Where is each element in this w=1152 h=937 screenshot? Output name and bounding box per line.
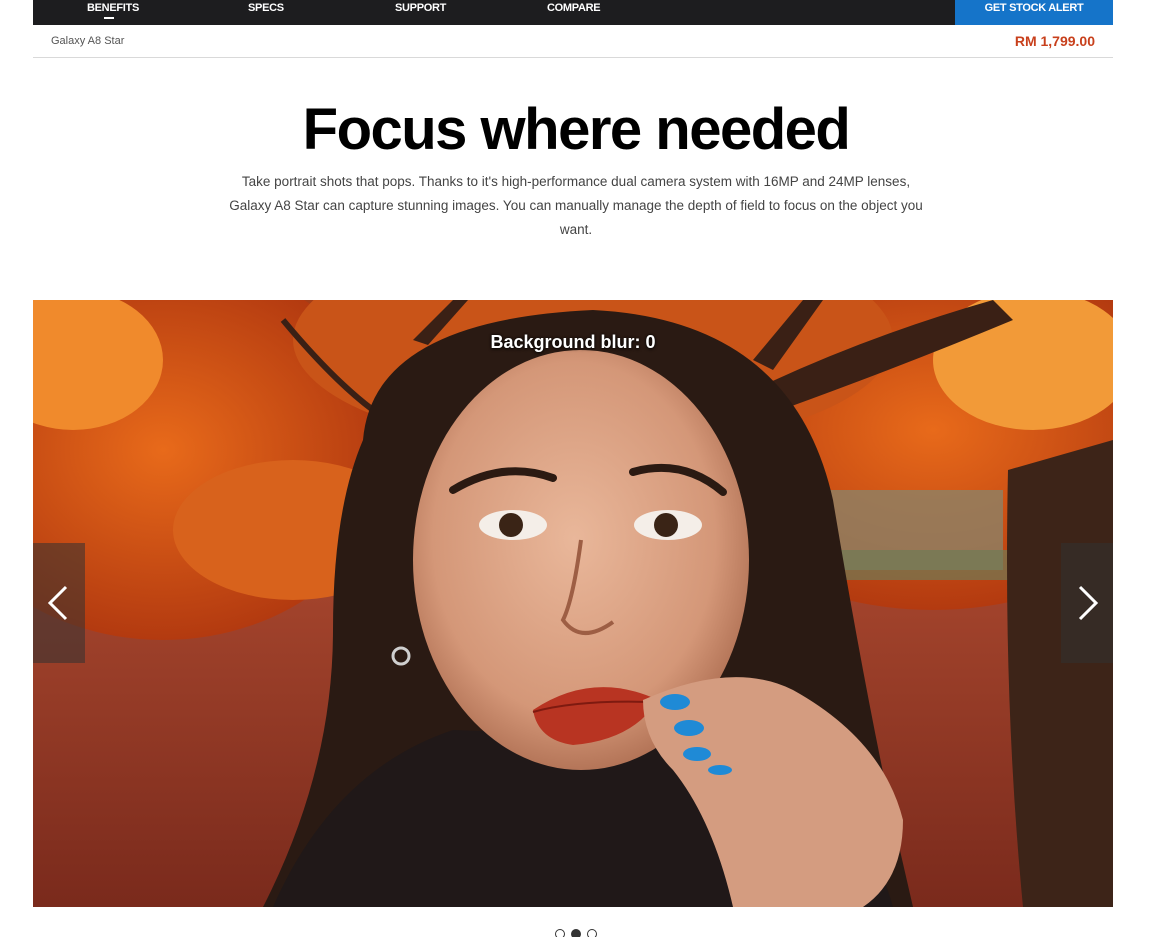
nav-support[interactable]: SUPPORT bbox=[395, 0, 446, 25]
top-nav-bar: BENEFITS SPECS SUPPORT COMPARE GET STOCK… bbox=[33, 0, 1113, 25]
product-price: RM 1,799.00 bbox=[1014, 33, 1095, 49]
carousel-prev-button[interactable] bbox=[33, 543, 85, 663]
nav-compare[interactable]: COMPARE bbox=[547, 0, 601, 25]
page: BENEFITS SPECS SUPPORT COMPARE GET STOCK… bbox=[0, 0, 1152, 937]
feature-description: Take portrait shots that pops. Thanks to… bbox=[229, 174, 923, 237]
carousel-next-button[interactable] bbox=[1061, 543, 1113, 663]
carousel-dot-1[interactable] bbox=[555, 929, 565, 937]
page-title: Focus where needed bbox=[302, 97, 851, 162]
carousel-indicators bbox=[0, 929, 1152, 937]
camera-carousel: Background blur: 0 bbox=[33, 300, 1113, 907]
chevron-left-icon bbox=[47, 585, 68, 621]
nav-benefits[interactable]: BENEFITS bbox=[87, 0, 139, 25]
chevron-right-icon bbox=[1078, 585, 1099, 621]
background-blur-label: Background blur: 0 bbox=[490, 332, 656, 352]
carousel-dot-2[interactable] bbox=[571, 929, 581, 937]
nav-specs[interactable]: SPECS bbox=[248, 0, 284, 25]
carousel-dot-3[interactable] bbox=[587, 929, 597, 937]
product-bar: Galaxy A8 Star RM 1,799.00 bbox=[33, 25, 1113, 58]
get-stock-alert-button[interactable]: GET STOCK ALERT bbox=[955, 0, 1113, 25]
product-name: Galaxy A8 Star bbox=[51, 35, 125, 47]
portrait-photo bbox=[33, 300, 1113, 907]
